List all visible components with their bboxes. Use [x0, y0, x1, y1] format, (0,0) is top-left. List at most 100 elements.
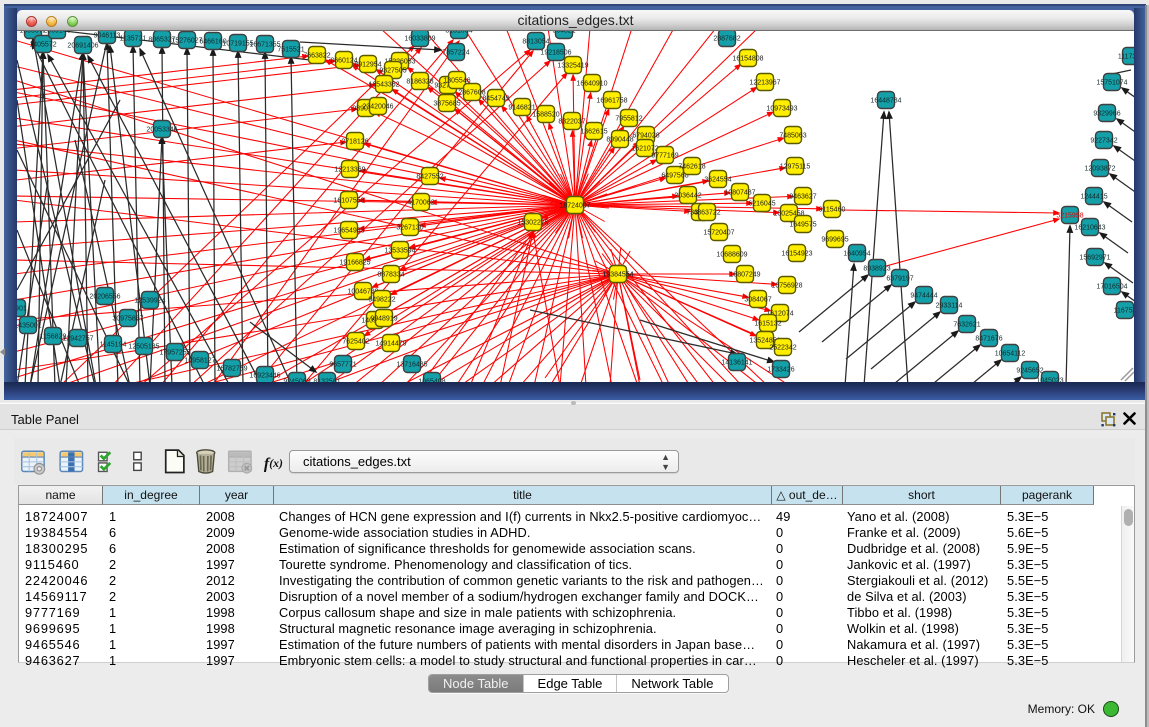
svg-text:2933114: 2933114 [936, 303, 963, 310]
svg-text:8454749: 8454749 [482, 96, 509, 103]
svg-text:7857224: 7857224 [442, 50, 469, 57]
svg-text:19218506: 19218506 [540, 50, 571, 57]
svg-text:1117382: 1117382 [1118, 54, 1134, 61]
svg-text:16543362: 16543362 [368, 82, 399, 89]
svg-text:16154923: 16154923 [781, 251, 812, 258]
svg-text:19384554: 19384554 [602, 272, 633, 279]
svg-text:16782759: 16782759 [216, 366, 247, 373]
svg-text:9245069: 9245069 [283, 379, 310, 383]
svg-text:2887682: 2887682 [713, 36, 740, 43]
svg-text:(x): (x) [269, 457, 283, 470]
svg-text:8471676: 8471676 [975, 336, 1002, 343]
svg-text:10958127: 10958127 [184, 358, 215, 365]
svg-text:3875685: 3875685 [433, 101, 460, 108]
svg-text:6216045: 6216045 [748, 201, 775, 208]
svg-text:16107553: 16107553 [333, 198, 364, 205]
svg-text:10654112: 10654112 [995, 351, 1026, 358]
svg-text:1135721: 1135721 [120, 36, 147, 43]
svg-text:1244415: 1244415 [1080, 194, 1107, 201]
svg-text:23420046: 23420046 [362, 104, 393, 111]
svg-text:12213967: 12213967 [749, 80, 780, 87]
svg-text:16448784: 16448784 [870, 98, 901, 105]
svg-text:16640910: 16640910 [576, 81, 607, 88]
svg-text:6794028: 6794028 [632, 133, 659, 140]
svg-text:16154808: 16154808 [732, 56, 763, 63]
svg-text:9498222: 9498222 [368, 297, 395, 304]
svg-text:16961758: 16961758 [596, 98, 627, 105]
svg-text:16033809: 16033809 [404, 36, 435, 43]
svg-text:30975887: 30975887 [112, 316, 143, 323]
svg-text:12213369: 12213369 [334, 167, 365, 174]
svg-text:13533594: 13533594 [384, 248, 415, 255]
svg-text:1362615: 1362615 [580, 129, 607, 136]
svg-text:2718126: 2718126 [341, 139, 368, 146]
svg-text:4170062: 4170062 [407, 200, 434, 207]
svg-text:19654983: 19654983 [333, 228, 364, 235]
svg-text:1649575: 1649575 [789, 222, 816, 229]
svg-text:8912954: 8912954 [354, 62, 381, 69]
svg-text:964821: 964821 [552, 31, 575, 35]
svg-text:13325419: 13325419 [557, 63, 588, 70]
svg-text:9463627: 9463627 [789, 194, 816, 201]
svg-text:10688609: 10688609 [716, 252, 747, 259]
svg-text:9046113: 9046113 [94, 33, 121, 40]
svg-text:17957255: 17957255 [159, 350, 190, 357]
svg-text:8132561: 8132561 [313, 379, 340, 383]
svg-text:16923446: 16923446 [249, 373, 280, 380]
svg-text:8427552: 8427552 [416, 174, 443, 181]
svg-text:2069140: 2069140 [43, 31, 70, 35]
svg-text:33901: 33901 [17, 306, 27, 313]
svg-text:12539924: 12539924 [134, 298, 165, 305]
svg-text:3084067: 3084067 [744, 297, 771, 304]
svg-text:9699695: 9699695 [821, 237, 848, 244]
svg-text:9327505: 9327505 [379, 68, 406, 75]
svg-text:12505185: 12505185 [128, 344, 159, 351]
svg-text:8131054: 8131054 [445, 31, 472, 35]
svg-text:3267130: 3267130 [396, 225, 423, 232]
svg-text:7663822: 7663822 [303, 53, 330, 60]
svg-text:15302275: 15302275 [517, 220, 548, 227]
svg-text:9245652: 9245652 [1016, 368, 1043, 375]
svg-text:9227342: 9227342 [1090, 138, 1117, 145]
svg-text:8938923: 8938923 [863, 266, 890, 273]
svg-text:2522342: 2522342 [769, 345, 796, 352]
svg-text:1065408: 1065408 [418, 379, 445, 383]
svg-text:15720407: 15720407 [703, 230, 734, 237]
svg-text:6379197: 6379197 [886, 276, 913, 283]
svg-text:15692971: 15692971 [1079, 255, 1110, 262]
svg-text:16210643: 16210643 [1074, 225, 1105, 232]
svg-text:8990448: 8990448 [606, 137, 633, 144]
svg-text:20206556: 20206556 [89, 294, 120, 301]
svg-text:10756928: 10756928 [771, 283, 802, 290]
svg-text:14136141: 14136141 [721, 360, 752, 367]
svg-text:18724007: 18724007 [559, 203, 590, 210]
svg-text:9115460: 9115460 [819, 207, 846, 214]
svg-text:13716485: 13716485 [396, 362, 427, 369]
svg-text:20691406: 20691406 [67, 43, 98, 50]
svg-text:17016504: 17016504 [1096, 284, 1127, 291]
svg-text:8878334: 8878334 [377, 272, 404, 279]
svg-text:4863722: 4863722 [693, 210, 720, 217]
svg-text:9777169: 9777169 [651, 153, 678, 160]
svg-text:1405572: 1405572 [29, 42, 56, 49]
svg-text:5215958: 5215958 [1056, 213, 1083, 220]
svg-text:15276027: 15276027 [171, 38, 202, 45]
svg-text:12975115: 12975115 [780, 164, 811, 171]
svg-text:12093872: 12093872 [1084, 166, 1115, 173]
svg-text:10807487: 10807487 [724, 190, 755, 197]
svg-text:9329966: 9329966 [1093, 111, 1120, 118]
svg-text:9474444: 9474444 [910, 293, 937, 300]
svg-text:1588520: 1588520 [532, 112, 559, 119]
svg-text:16671355: 16671355 [249, 42, 280, 49]
svg-text:8813054: 8813054 [522, 39, 549, 46]
svg-text:1621072: 1621072 [631, 146, 658, 153]
svg-text:9948919: 9948919 [370, 316, 397, 323]
svg-text:7515521: 7515521 [277, 47, 304, 54]
svg-text:1615132: 1615132 [754, 321, 781, 328]
svg-text:10973493: 10973493 [766, 106, 797, 113]
svg-text:116753: 116753 [1114, 308, 1134, 315]
svg-text:12942757: 12942757 [62, 336, 93, 343]
svg-text:19166825: 19166825 [339, 260, 370, 267]
svg-text:7485063: 7485063 [779, 133, 806, 140]
svg-text:1045023: 1045023 [1036, 378, 1063, 383]
